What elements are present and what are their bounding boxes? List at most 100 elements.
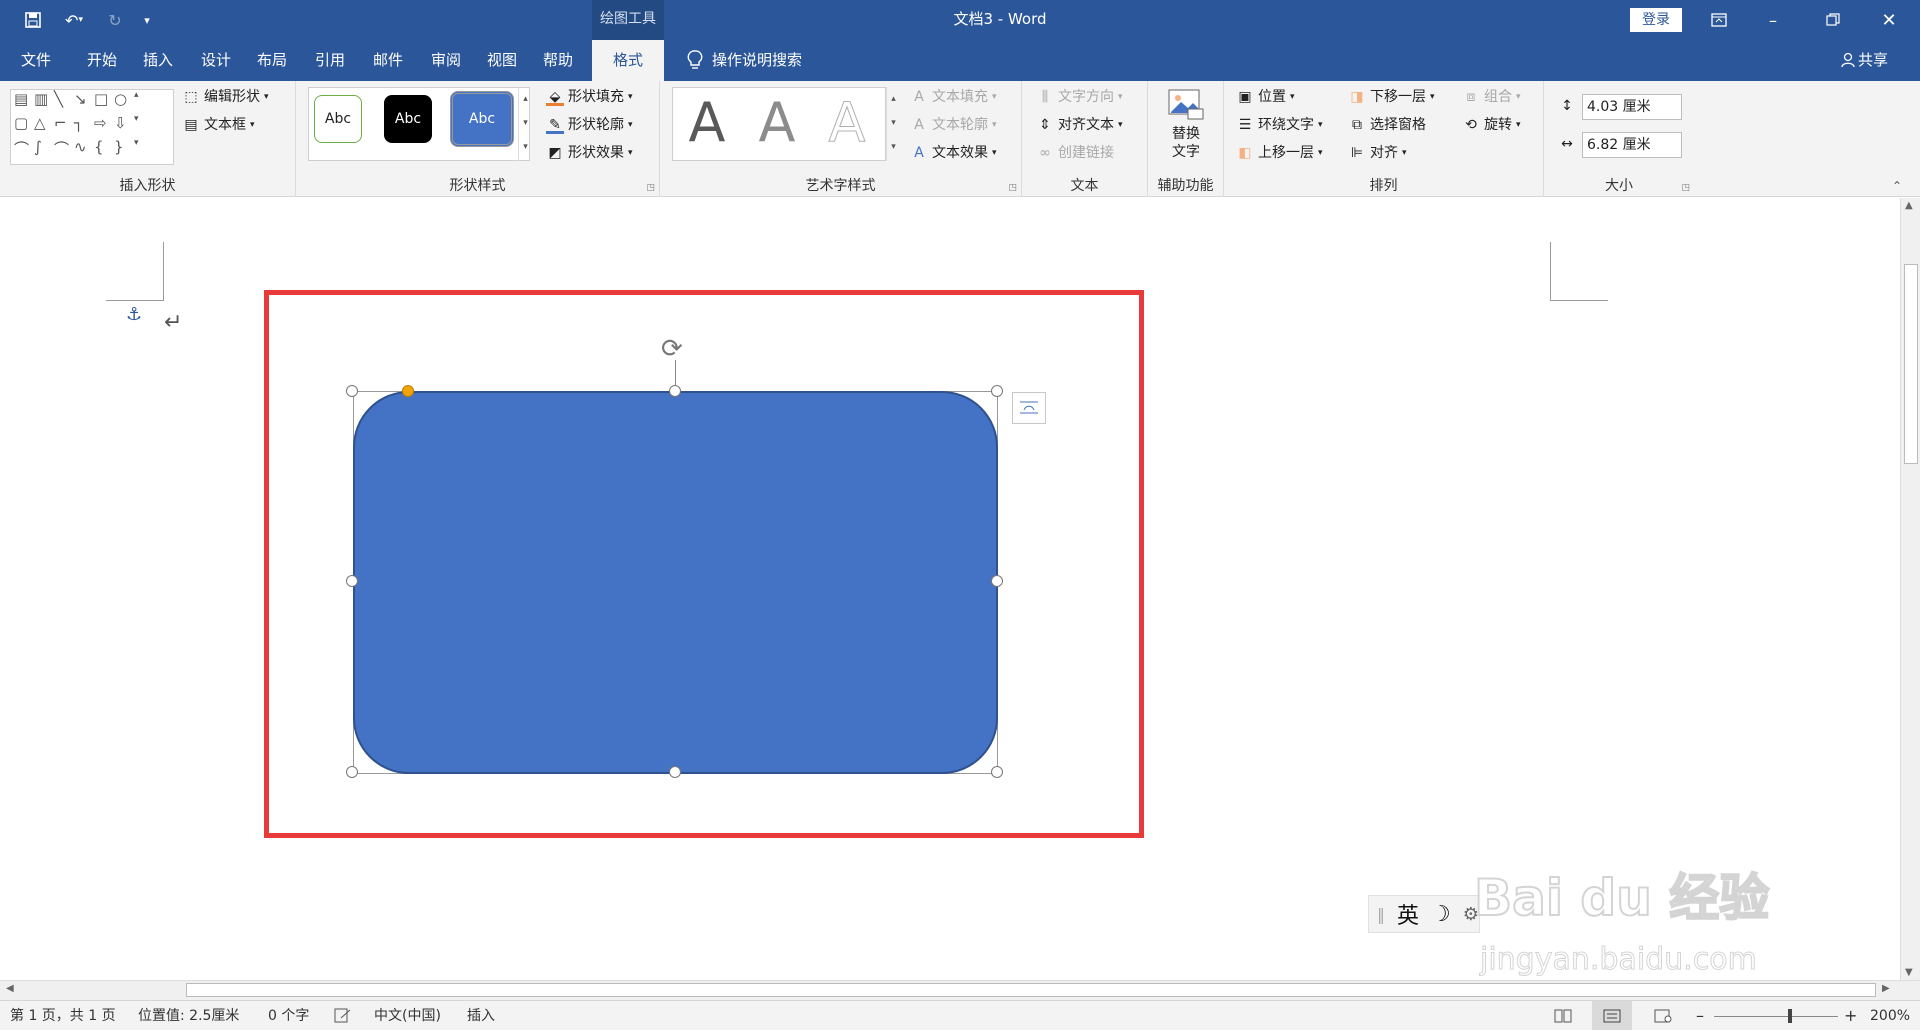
- horizontal-scrollbar[interactable]: ◀ ▶: [0, 980, 1920, 1000]
- shape-effects-button[interactable]: ◩ 形状效果 ▾: [546, 141, 632, 165]
- customize-quick-access-icon[interactable]: ▾: [134, 8, 160, 32]
- align-button[interactable]: ⊫ 对齐 ▾: [1348, 141, 1407, 165]
- selection-pane-button[interactable]: ⧉ 选择窗格: [1348, 113, 1426, 137]
- rotate-handle-icon[interactable]: ⟳: [661, 334, 683, 364]
- web-layout-icon[interactable]: [1654, 1001, 1672, 1034]
- shapes-gallery[interactable]: ▤ ▥ ╲ ↘ □ ○ ▴ ▢ △ ⌐ ┐ ⇨ ⇩ ▾ ⌒ ∫ ⌒ ∿{} ▾: [10, 89, 174, 165]
- horizontal-scroll-thumb[interactable]: [186, 983, 1876, 997]
- rounded-rect-shape-icon[interactable]: ▢: [14, 114, 34, 138]
- gallery-scroll-down-icon[interactable]: ▾: [134, 114, 154, 138]
- style-sample-blue[interactable]: Abc: [450, 91, 514, 147]
- group-objects-button[interactable]: ⧈ 组合 ▾: [1462, 85, 1521, 109]
- height-input[interactable]: 4.03 厘米: [1582, 94, 1682, 120]
- left-brace-shape-icon[interactable]: {: [94, 138, 114, 162]
- bring-forward-button[interactable]: ◧ 上移一层 ▾: [1236, 141, 1322, 165]
- adjustment-handle[interactable]: [402, 385, 414, 397]
- wordart-sample-1[interactable]: A: [678, 91, 736, 155]
- resize-handle-bottom-right[interactable]: [991, 766, 1003, 778]
- print-layout-icon[interactable]: [1592, 1001, 1632, 1030]
- ime-moon-icon[interactable]: ☽: [1431, 902, 1451, 927]
- resize-handle-bottom-left[interactable]: [346, 766, 358, 778]
- minimize-icon[interactable]: –: [1750, 0, 1796, 40]
- zoom-slider-thumb[interactable]: [1788, 1009, 1792, 1023]
- scribble-shape-icon[interactable]: ∫: [34, 138, 54, 162]
- tab-mailings[interactable]: 邮件: [360, 40, 416, 81]
- scroll-up-icon[interactable]: ▲: [1905, 200, 1913, 211]
- gallery-scroll[interactable]: ▴ ▾ ▾: [518, 87, 532, 161]
- tab-insert[interactable]: 插入: [130, 40, 186, 81]
- person-icon[interactable]: [1838, 40, 1858, 81]
- language[interactable]: 中文(中国): [374, 1001, 441, 1031]
- resize-handle-top-left[interactable]: [346, 385, 358, 397]
- rounded-rectangle-shape[interactable]: [353, 391, 998, 774]
- resize-handle-left[interactable]: [346, 575, 358, 587]
- share-button[interactable]: 共享: [1858, 40, 1898, 81]
- tab-design[interactable]: 设计: [188, 40, 244, 81]
- zoom-slider-track[interactable]: [1714, 1016, 1838, 1017]
- dialog-launcher-icon[interactable]: ◳: [646, 183, 655, 193]
- tab-references[interactable]: 引用: [302, 40, 358, 81]
- gallery-scroll[interactable]: ▴ ▾ ▾: [886, 87, 900, 161]
- vertical-scroll-thumb[interactable]: [1904, 264, 1918, 464]
- restore-icon[interactable]: [1810, 0, 1856, 40]
- position-value[interactable]: 位置值: 2.5厘米: [138, 1001, 239, 1031]
- freeform-shape-icon[interactable]: ⌒: [14, 138, 34, 162]
- rotate-button[interactable]: ⟲ 旋转 ▾: [1462, 113, 1520, 137]
- arrow-line-shape-icon[interactable]: ↘: [74, 90, 94, 114]
- elbow-connector-shape-icon[interactable]: ┐: [74, 114, 94, 138]
- style-sample-outline[interactable]: Abc: [314, 95, 362, 143]
- layout-options-button[interactable]: [1012, 392, 1046, 424]
- zoom-in-icon[interactable]: +: [1844, 1001, 1857, 1031]
- tab-review[interactable]: 审阅: [418, 40, 474, 81]
- triangle-shape-icon[interactable]: △: [34, 114, 54, 138]
- resize-handle-right[interactable]: [991, 575, 1003, 587]
- insert-mode[interactable]: 插入: [467, 1001, 495, 1031]
- width-input[interactable]: 6.82 厘米: [1582, 132, 1682, 158]
- vertical-scrollbar[interactable]: ▲ ▼: [1900, 198, 1920, 980]
- connector-shape-icon[interactable]: ⌐: [54, 114, 74, 138]
- shape-fill-button[interactable]: ⬙ 形状填充 ▾: [546, 85, 633, 109]
- save-icon[interactable]: [20, 8, 46, 32]
- right-arrow-shape-icon[interactable]: ⇨: [94, 114, 114, 138]
- zoom-level[interactable]: 200%: [1870, 1001, 1910, 1031]
- tab-view[interactable]: 视图: [474, 40, 530, 81]
- send-backward-button[interactable]: ◨ 下移一层 ▾: [1348, 85, 1434, 109]
- alt-text-button[interactable]: 替换 文字: [1166, 89, 1206, 167]
- textbox-shape-icon[interactable]: ▤: [14, 90, 34, 114]
- text-outline-button[interactable]: A 文本轮廓 ▾: [910, 113, 996, 137]
- scroll-down-icon[interactable]: ▼: [1905, 967, 1913, 978]
- style-sample-dark[interactable]: Abc: [384, 95, 432, 143]
- oval-shape-icon[interactable]: ○: [114, 90, 134, 114]
- tab-help[interactable]: 帮助: [530, 40, 586, 81]
- text-fill-button[interactable]: A 文本填充 ▾: [910, 85, 996, 109]
- resize-handle-bottom[interactable]: [669, 766, 681, 778]
- gallery-scroll-up-icon[interactable]: ▴: [134, 90, 154, 114]
- undo-icon[interactable]: ↶ ▾: [56, 8, 92, 32]
- tab-home[interactable]: 开始: [74, 40, 130, 81]
- arc-shape-icon[interactable]: ⌒: [54, 138, 74, 162]
- zoom-out-icon[interactable]: –: [1696, 1001, 1704, 1031]
- read-mode-icon[interactable]: [1554, 1001, 1572, 1034]
- edit-shape-button[interactable]: ⬚ 编辑形状 ▾: [182, 85, 268, 109]
- tab-format[interactable]: 格式: [592, 40, 664, 82]
- resize-handle-top[interactable]: [669, 385, 681, 397]
- text-box-button[interactable]: ▤ 文本框 ▾: [182, 113, 254, 137]
- align-text-button[interactable]: ⇕ 对齐文本 ▾: [1036, 113, 1122, 137]
- scroll-right-icon[interactable]: ▶: [1882, 983, 1890, 994]
- shape-outline-button[interactable]: ✎ 形状轮廓 ▾: [546, 113, 633, 137]
- gallery-more-icon[interactable]: ▾: [134, 138, 154, 162]
- curve-shape-icon[interactable]: ∿: [74, 138, 94, 162]
- down-arrow-shape-icon[interactable]: ⇩: [114, 114, 134, 138]
- page-count[interactable]: 第 1 页，共 1 页: [10, 1001, 116, 1031]
- rectangle-shape-icon[interactable]: □: [94, 90, 114, 114]
- close-icon[interactable]: ✕: [1866, 0, 1912, 40]
- text-direction-button[interactable]: ⫼ 文字方向 ▾: [1036, 85, 1123, 109]
- right-brace-shape-icon[interactable]: }: [114, 138, 134, 162]
- resize-handle-top-right[interactable]: [991, 385, 1003, 397]
- scroll-left-icon[interactable]: ◀: [6, 983, 14, 994]
- wordart-sample-2[interactable]: A: [748, 91, 806, 155]
- position-button[interactable]: ▣ 位置 ▾: [1236, 85, 1294, 109]
- text-effects-button[interactable]: A 文本效果 ▾: [910, 141, 996, 165]
- document-area[interactable]: ⚓ ↵ ⟳ ‖ 英 ☽ ⚙ Bai du 经验 jingyan.baidu.co…: [0, 198, 1900, 980]
- ime-language[interactable]: 英: [1397, 898, 1419, 930]
